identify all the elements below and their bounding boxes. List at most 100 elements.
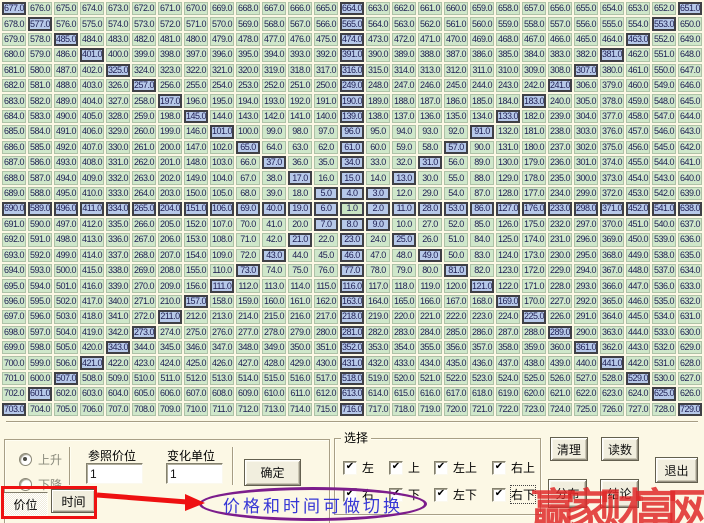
grid-cell[interactable]: 454.0	[626, 171, 650, 184]
grid-cell[interactable]: 150.0	[184, 187, 208, 200]
grid-cell[interactable]: 707.0	[106, 403, 130, 416]
grid-cell[interactable]: 404.0	[80, 94, 104, 107]
grid-cell[interactable]: 664.0	[340, 2, 364, 15]
grid-cell[interactable]: 51.0	[444, 233, 468, 246]
grid-cell[interactable]: 474.0	[340, 33, 364, 46]
grid-cell[interactable]: 567.0	[288, 17, 312, 30]
grid-cell[interactable]: 283.0	[392, 326, 416, 339]
grid-cell[interactable]: 439.0	[548, 356, 572, 369]
grid-cell[interactable]: 290.0	[574, 326, 598, 339]
grid-cell[interactable]: 716.0	[340, 403, 364, 416]
grid-cell[interactable]: 399.0	[132, 48, 156, 61]
grid-cell[interactable]: 550.0	[652, 64, 676, 77]
grid-cell[interactable]: 96.0	[340, 125, 364, 138]
grid-cell[interactable]: 528.0	[600, 372, 624, 385]
checkbox-box[interactable]: ✔	[492, 461, 506, 475]
grid-cell[interactable]: 458.0	[626, 110, 650, 123]
grid-cell[interactable]: 67.0	[236, 171, 260, 184]
grid-cell[interactable]: 517.0	[314, 372, 338, 385]
grid-cell[interactable]: 423.0	[132, 356, 156, 369]
grid-cell[interactable]: 642.0	[678, 141, 702, 154]
grid-cell[interactable]: 700.0	[2, 356, 26, 369]
grid-cell[interactable]: 71.0	[236, 233, 260, 246]
grid-cell[interactable]: 703.0	[2, 403, 26, 416]
grid-cell[interactable]: 93.0	[418, 125, 442, 138]
grid-cell[interactable]: 416.0	[80, 279, 104, 292]
grid-cell[interactable]: 375.0	[600, 141, 624, 154]
grid-cell[interactable]: 480.0	[184, 33, 208, 46]
grid-cell[interactable]: 546.0	[652, 125, 676, 138]
grid-cell[interactable]: 126.0	[496, 218, 520, 231]
grid-cell[interactable]: 145.0	[184, 110, 208, 123]
grid-cell[interactable]: 173.0	[522, 249, 546, 262]
grid-cell[interactable]: 670.0	[184, 2, 208, 15]
grid-cell[interactable]: 377.0	[600, 110, 624, 123]
grid-cell[interactable]: 315.0	[366, 64, 390, 77]
grid-cell[interactable]: 582.0	[28, 94, 52, 107]
grid-cell[interactable]: 287.0	[496, 326, 520, 339]
grid-cell[interactable]: 649.0	[678, 33, 702, 46]
distribution-button[interactable]: 分布	[548, 479, 587, 508]
grid-cell[interactable]: 468.0	[496, 33, 520, 46]
grid-cell[interactable]: 596.0	[28, 310, 52, 323]
grid-cell[interactable]: 682.0	[2, 79, 26, 92]
grid-cell[interactable]: 55.0	[444, 171, 468, 184]
grid-cell[interactable]: 654.0	[600, 2, 624, 15]
grid-cell[interactable]: 367.0	[600, 264, 624, 277]
grid-cell[interactable]: 636.0	[678, 233, 702, 246]
grid-cell[interactable]: 386.0	[470, 48, 494, 61]
grid-cell[interactable]: 294.0	[574, 264, 598, 277]
grid-cell[interactable]: 175.0	[522, 218, 546, 231]
grid-cell[interactable]: 726.0	[600, 403, 624, 416]
grid-cell[interactable]: 516.0	[288, 372, 312, 385]
read-button[interactable]: 读数	[601, 437, 639, 461]
grid-cell[interactable]: 318.0	[288, 64, 312, 77]
grid-cell[interactable]: 327.0	[106, 94, 130, 107]
grid-cell[interactable]: 410.0	[80, 187, 104, 200]
grid-cell[interactable]: 573.0	[132, 17, 156, 30]
grid-cell[interactable]: 57.0	[444, 141, 468, 154]
grid-cell[interactable]: 438.0	[522, 356, 546, 369]
grid-cell[interactable]: 246.0	[418, 79, 442, 92]
grid-cell[interactable]: 535.0	[652, 295, 676, 308]
grid-cell[interactable]: 652.0	[652, 2, 676, 15]
grid-cell[interactable]: 267.0	[132, 233, 156, 246]
grid-cell[interactable]: 136.0	[418, 110, 442, 123]
grid-cell[interactable]: 252.0	[262, 79, 286, 92]
grid-cell[interactable]: 492.0	[54, 141, 78, 154]
grid-cell[interactable]: 88.0	[470, 171, 494, 184]
grid-cell[interactable]: 461.0	[626, 64, 650, 77]
grid-cell[interactable]: 231.0	[548, 233, 572, 246]
grid-cell[interactable]: 503.0	[54, 310, 78, 323]
grid-cell[interactable]: 712.0	[236, 403, 260, 416]
checkbox-box[interactable]: ✔	[434, 488, 448, 502]
grid-cell[interactable]: 353.0	[366, 341, 390, 354]
grid-cell[interactable]: 233.0	[548, 202, 572, 215]
grid-cell[interactable]: 124.0	[496, 249, 520, 262]
grid-cell[interactable]: 29.0	[418, 187, 442, 200]
grid-cell[interactable]: 553.0	[652, 17, 676, 30]
grid-cell[interactable]: 121.0	[470, 279, 494, 292]
grid-cell[interactable]: 101.0	[210, 125, 234, 138]
grid-cell[interactable]: 352.0	[340, 341, 364, 354]
grid-cell[interactable]: 201.0	[158, 156, 182, 169]
grid-cell[interactable]: 717.0	[366, 403, 390, 416]
grid-cell[interactable]: 504.0	[54, 326, 78, 339]
grid-cell[interactable]: 598.0	[28, 341, 52, 354]
grid-cell[interactable]: 496.0	[54, 202, 78, 215]
grid-cell[interactable]: 393.0	[288, 48, 312, 61]
grid-cell[interactable]: 340.0	[106, 295, 130, 308]
grid-cell[interactable]: 46.0	[340, 249, 364, 262]
grid-cell[interactable]: 8.0	[340, 218, 364, 231]
grid-cell[interactable]: 362.0	[600, 341, 624, 354]
grid-cell[interactable]: 448.0	[626, 264, 650, 277]
grid-cell[interactable]: 191.0	[314, 94, 338, 107]
grid-cell[interactable]: 440.0	[574, 356, 598, 369]
grid-cell[interactable]: 78.0	[366, 264, 390, 277]
grid-cell[interactable]: 325.0	[106, 64, 130, 77]
conclusion-button[interactable]: 结论	[600, 479, 639, 508]
grid-cell[interactable]: 355.0	[418, 341, 442, 354]
grid-cell[interactable]: 53.0	[444, 202, 468, 215]
grid-cell[interactable]: 509.0	[106, 372, 130, 385]
grid-cell[interactable]: 128.0	[496, 187, 520, 200]
